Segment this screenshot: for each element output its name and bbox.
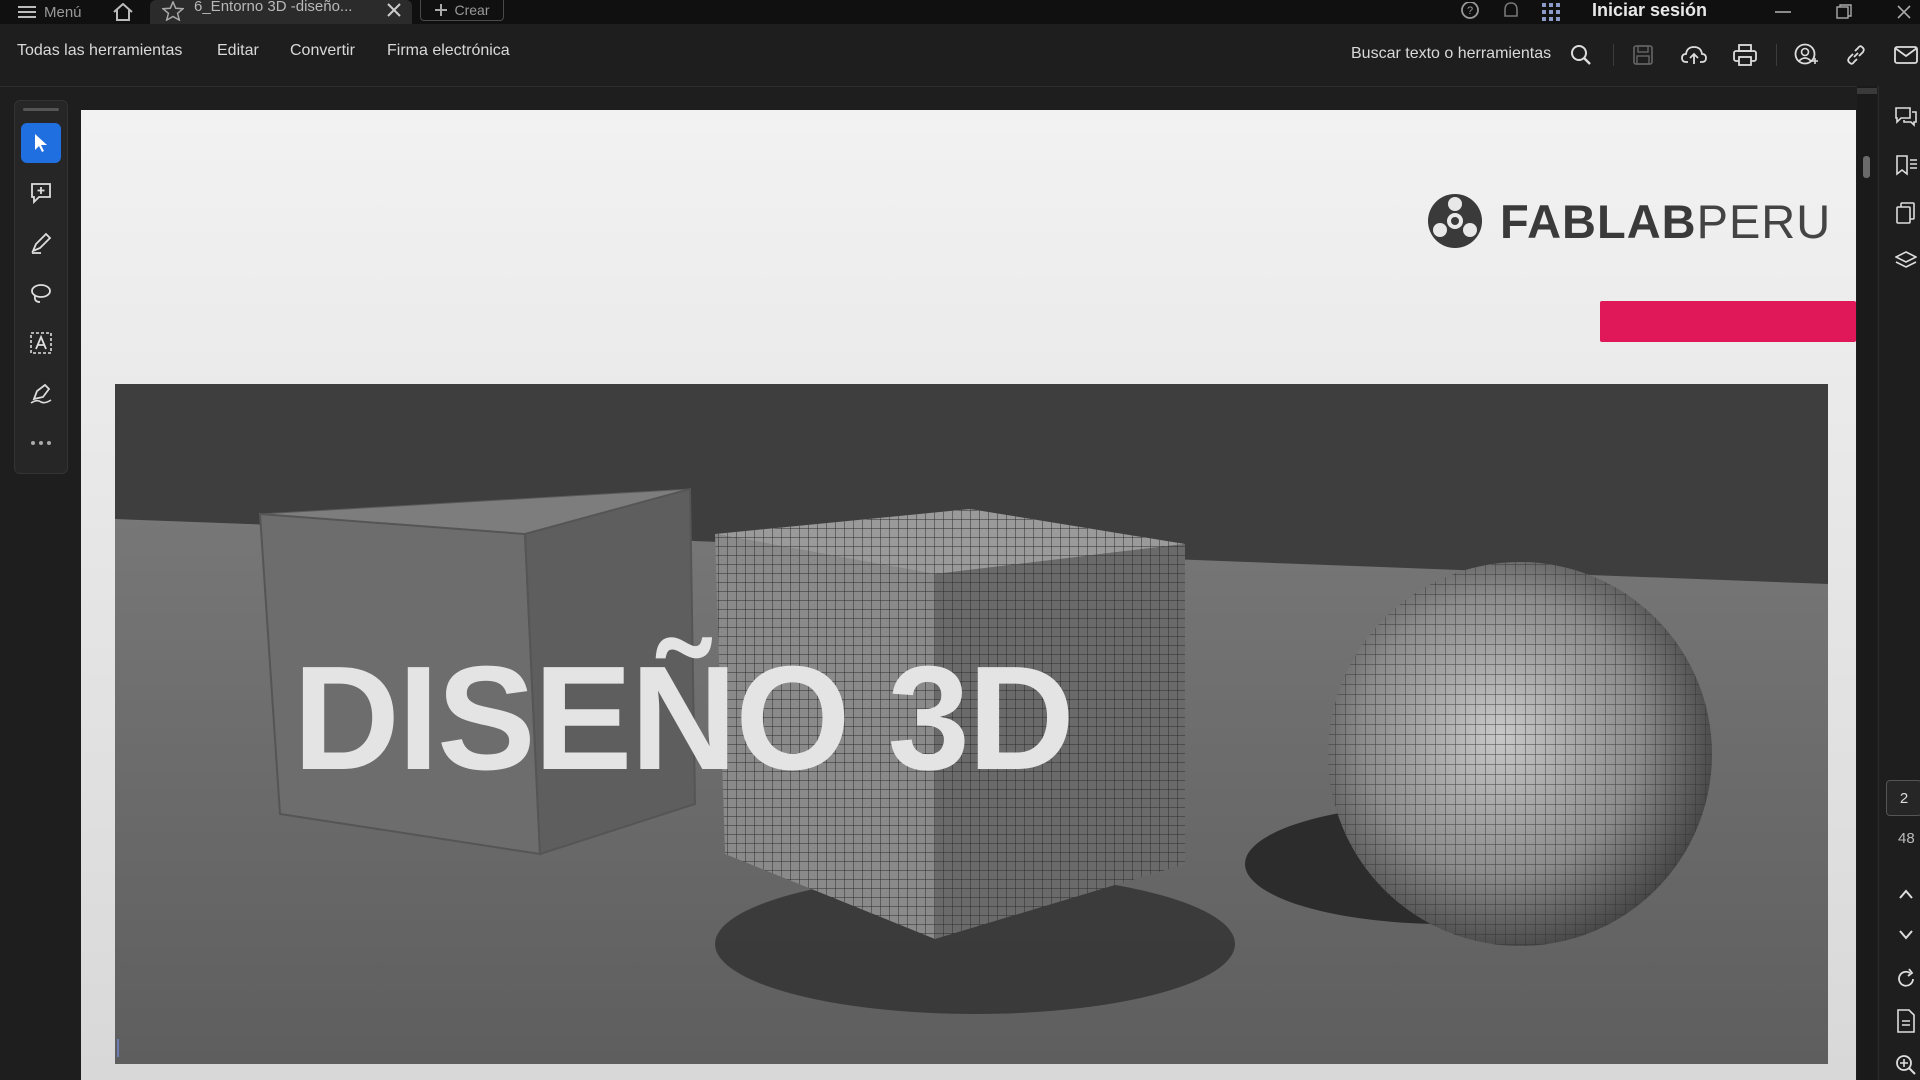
- link-icon: [1847, 45, 1865, 65]
- comments-panel-button[interactable]: [1893, 104, 1919, 130]
- new-tab-label: Crear: [454, 2, 490, 18]
- close-icon: [1897, 5, 1911, 19]
- svg-text:?: ?: [1467, 5, 1473, 17]
- print-icon: [1733, 44, 1757, 66]
- menu-edit[interactable]: Editar: [217, 42, 259, 60]
- zoom-in-icon: [1896, 1055, 1916, 1075]
- user-add-icon: [1794, 43, 1818, 65]
- fablab-logo-icon: [1428, 194, 1482, 248]
- text-box-icon: [30, 332, 52, 354]
- select-tool-button[interactable]: [21, 123, 61, 163]
- export-pdf-button[interactable]: [1893, 1008, 1919, 1034]
- vertical-scrollbar[interactable]: [1857, 86, 1877, 1080]
- home-button[interactable]: [112, 0, 134, 24]
- mail-icon: [1894, 46, 1918, 64]
- menu-convert[interactable]: Convertir: [290, 42, 355, 60]
- comment-tool-button[interactable]: [21, 173, 61, 213]
- add-comment-icon: [31, 183, 51, 205]
- cursor-icon: [35, 134, 47, 152]
- signin-button[interactable]: Iniciar sesión: [1592, 0, 1707, 20]
- title-bar: Menú 6_Entorno 3D -diseño... Crear ? Ini…: [0, 0, 1920, 24]
- home-icon: [113, 3, 133, 21]
- restore-icon: [1836, 4, 1852, 19]
- rotate-button[interactable]: [1893, 966, 1919, 992]
- new-tab-button[interactable]: Crear: [420, 0, 504, 21]
- email-button[interactable]: [1893, 42, 1919, 68]
- apps-button[interactable]: [1542, 0, 1560, 24]
- toolbar-separator: [1613, 44, 1614, 66]
- menu-all-tools[interactable]: Todas las herramientas: [17, 42, 182, 60]
- chevron-up-icon: [1899, 889, 1913, 899]
- rotate-icon: [1898, 968, 1914, 987]
- sign-tool-button[interactable]: [21, 373, 61, 413]
- logo-wordmark: FABLABPERU: [1500, 194, 1831, 249]
- apps-grid-icon: [1542, 3, 1560, 21]
- quick-tools-rail: [14, 100, 68, 474]
- accent-bar: [1600, 301, 1856, 342]
- bookmarks-panel-button[interactable]: [1893, 152, 1919, 178]
- logo-text-bold: FABLAB: [1500, 194, 1697, 248]
- more-tools-button[interactable]: [21, 423, 61, 463]
- search-button[interactable]: [1568, 42, 1594, 68]
- help-icon: ?: [1461, 2, 1479, 19]
- fablab-logo: FABLABPERU: [1426, 192, 1831, 250]
- chevron-down-icon: [1899, 930, 1913, 940]
- minimize-icon: [1775, 11, 1791, 13]
- layers-panel-button[interactable]: [1893, 248, 1919, 274]
- close-tab-icon[interactable]: [386, 2, 402, 18]
- search-icon: [1571, 45, 1591, 65]
- minimize-button[interactable]: [1774, 0, 1792, 24]
- rail-grip[interactable]: [23, 108, 59, 111]
- close-window-button[interactable]: [1896, 0, 1912, 24]
- draw-tool-button[interactable]: [21, 273, 61, 313]
- print-button[interactable]: [1732, 42, 1758, 68]
- upload-button[interactable]: [1681, 42, 1707, 68]
- page-down-button[interactable]: [1893, 922, 1919, 948]
- signature-pen-icon: [30, 383, 52, 404]
- menu-button[interactable]: Menú: [18, 0, 82, 24]
- plus-icon: [435, 4, 448, 16]
- total-pages: 48: [1898, 830, 1915, 847]
- menu-esign[interactable]: Firma electrónica: [387, 42, 510, 60]
- search-tools-label[interactable]: Buscar texto o herramientas: [1351, 45, 1551, 63]
- share-user-button[interactable]: [1793, 42, 1819, 68]
- pages-icon: [1896, 202, 1915, 224]
- text-cursor-marker: [117, 1039, 119, 1057]
- scrollbar-top-cap: [1857, 88, 1877, 94]
- right-panel-rail: [1878, 86, 1920, 1080]
- help-button[interactable]: ?: [1460, 0, 1480, 24]
- file-icon: [1897, 1009, 1915, 1033]
- hero-title: DISEÑO 3D: [293, 636, 1075, 801]
- more-dots-icon: [31, 441, 51, 445]
- notifications-button[interactable]: [1502, 0, 1520, 24]
- layers-icon: [1895, 251, 1917, 268]
- save-icon: [1633, 45, 1653, 65]
- tab-title: 6_Entorno 3D -diseño...: [194, 0, 353, 15]
- page-up-button[interactable]: [1893, 881, 1919, 907]
- maximize-button[interactable]: [1836, 0, 1852, 24]
- hamburger-icon: [18, 6, 36, 18]
- toolbar-separator: [1776, 44, 1777, 66]
- pen-icon: [31, 232, 52, 254]
- save-button[interactable]: [1630, 42, 1656, 68]
- comments-icon: [1895, 107, 1917, 127]
- hero-image: DISEÑO 3D: [115, 384, 1828, 1064]
- logo-text-light: PERU: [1696, 194, 1832, 248]
- main-toolbar: Todas las herramientas Editar Convertir …: [0, 24, 1920, 87]
- link-button[interactable]: [1843, 42, 1869, 68]
- pages-panel-button[interactable]: [1893, 200, 1919, 226]
- star-icon[interactable]: [162, 1, 184, 21]
- text-tool-button[interactable]: [21, 323, 61, 363]
- bookmark-icon: [1896, 155, 1917, 176]
- zoom-in-button[interactable]: [1893, 1052, 1919, 1078]
- lasso-icon: [31, 284, 51, 303]
- tab-document[interactable]: 6_Entorno 3D -diseño...: [150, 0, 412, 24]
- current-page-input[interactable]: 2: [1886, 780, 1920, 816]
- bell-icon: [1504, 2, 1518, 17]
- menu-label: Menú: [44, 3, 82, 21]
- highlight-tool-button[interactable]: [21, 223, 61, 263]
- scrollbar-thumb[interactable]: [1863, 156, 1870, 178]
- cloud-upload-icon: [1681, 46, 1707, 64]
